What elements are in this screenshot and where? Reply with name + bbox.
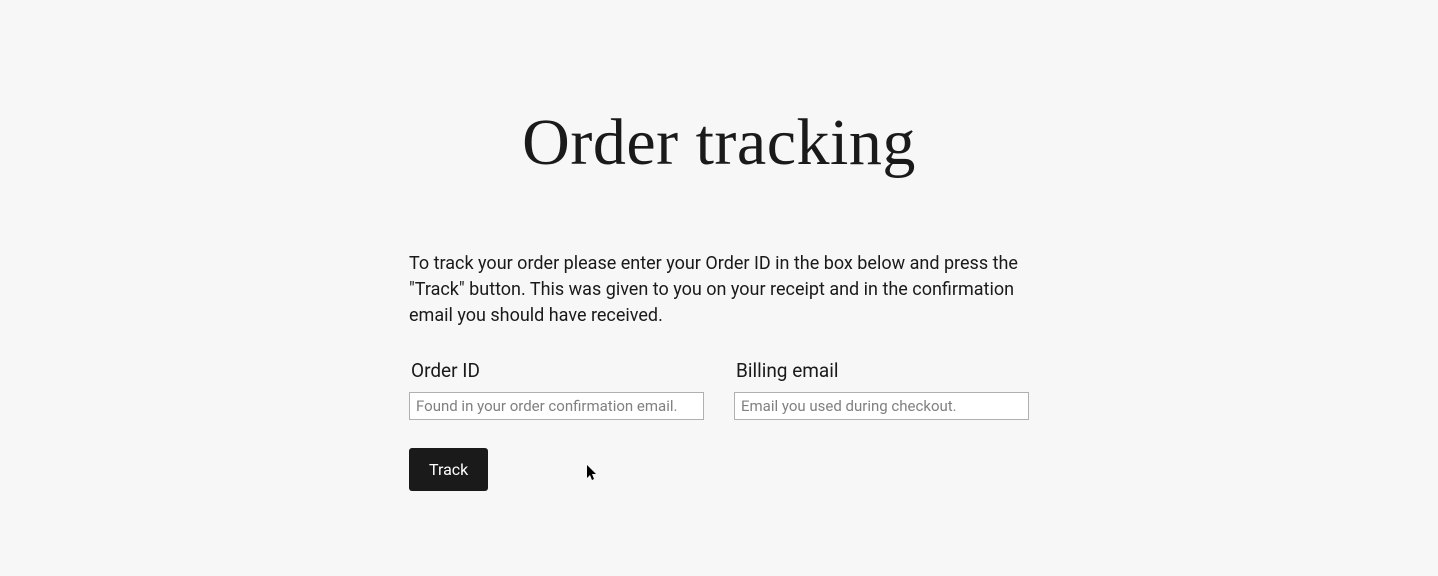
billing-email-group: Billing email — [734, 359, 1029, 420]
billing-email-input[interactable] — [734, 392, 1029, 420]
order-tracking-container: Order tracking To track your order pleas… — [409, 0, 1029, 491]
order-id-group: Order ID — [409, 359, 704, 420]
billing-email-label: Billing email — [734, 359, 1029, 382]
order-id-label: Order ID — [409, 359, 704, 382]
order-id-input[interactable] — [409, 392, 704, 420]
form-row: Order ID Billing email — [409, 359, 1029, 420]
page-title: Order tracking — [409, 105, 1029, 181]
track-button[interactable]: Track — [409, 448, 488, 491]
tracking-description: To track your order please enter your Or… — [409, 251, 1029, 329]
